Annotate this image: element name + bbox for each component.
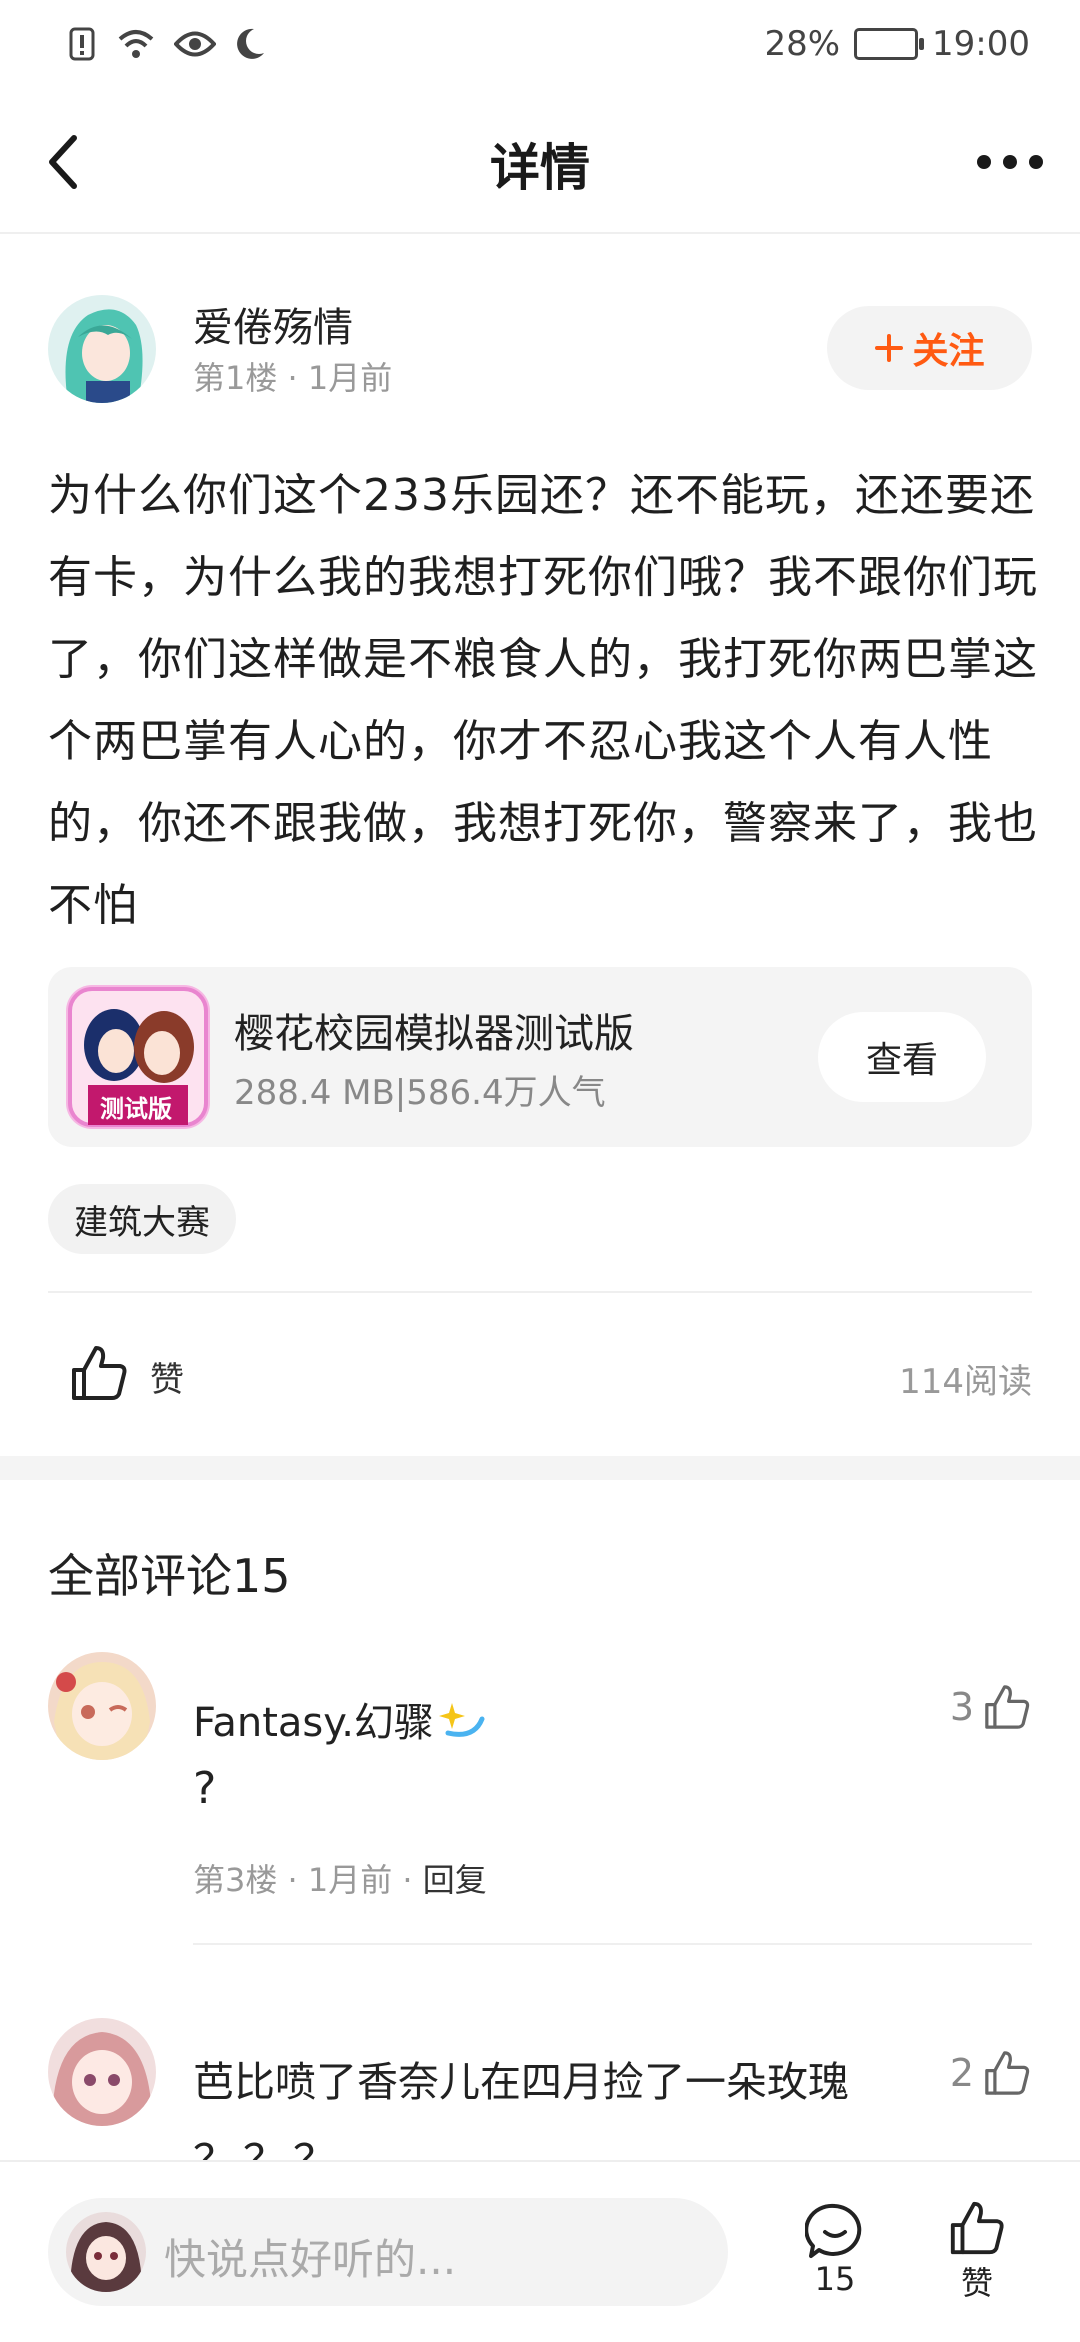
page-title: 详情 bbox=[490, 139, 590, 197]
more-button[interactable] bbox=[970, 132, 1050, 192]
thumbs-up-icon bbox=[985, 1685, 1030, 1729]
thumbs-up-icon bbox=[985, 2051, 1030, 2095]
bottom-bar: 快说点好听的... 15 赞 bbox=[0, 2160, 1080, 2342]
post-floor-time: 第1楼 · 1月前 bbox=[193, 359, 393, 397]
sparkle-emoji-icon bbox=[438, 1703, 485, 1737]
follow-label: 关注 bbox=[912, 331, 985, 372]
thumbs-up-icon bbox=[950, 2201, 1004, 2255]
divider bbox=[48, 1291, 1032, 1293]
app-badge: 测试版 bbox=[100, 1095, 172, 1123]
moon-icon bbox=[237, 28, 264, 59]
app-info: 288.4 MB|586.4万人气 bbox=[234, 1073, 606, 1113]
bottom-like-label: 赞 bbox=[960, 2264, 993, 2302]
top-header: 详情 bbox=[0, 92, 1080, 234]
comments-header: 全部评论15 bbox=[48, 1549, 291, 1603]
author-avatar-image bbox=[48, 295, 156, 403]
section-separator bbox=[0, 1456, 1080, 1480]
thumbs-up-icon bbox=[72, 1346, 127, 1400]
eye-icon bbox=[174, 31, 216, 57]
comment-avatar-image bbox=[48, 2018, 156, 2126]
comment-bubble-icon bbox=[805, 2203, 862, 2258]
status-bar: 28% 19:00 bbox=[0, 0, 1080, 92]
post-body: 为什么你们这个233乐园还？还不能玩，还还要还有卡，为什么我的我想打死你们哦？我… bbox=[48, 470, 1038, 931]
comments-count-button[interactable]: 15 bbox=[800, 2202, 870, 2298]
comment-like-count: 3 bbox=[949, 1685, 974, 1729]
alert-icon bbox=[69, 27, 95, 61]
comment-input[interactable]: 快说点好听的... bbox=[48, 2198, 728, 2306]
comment-author-name: Fantasy.幻骤 bbox=[193, 1700, 434, 1746]
comment-like-button[interactable]: 3 bbox=[950, 1682, 1032, 1732]
read-count: 114阅读 bbox=[899, 1362, 1032, 1402]
comment-author-name[interactable]: 芭比喷了香奈儿在四月捡了一朵玫瑰 bbox=[193, 2048, 849, 2108]
reply-button[interactable]: 回复 bbox=[423, 1861, 487, 1899]
app-card[interactable]: 测试版 樱花校园模拟器测试版 288.4 MB|586.4万人气 查看 bbox=[48, 967, 1032, 1147]
author-avatar[interactable] bbox=[48, 295, 156, 403]
wifi-icon bbox=[118, 30, 154, 58]
comment-avatar[interactable] bbox=[48, 1652, 156, 1760]
plus-icon bbox=[875, 334, 904, 362]
author-name[interactable]: 爱倦殇情 bbox=[193, 295, 353, 353]
follow-button[interactable]: 关注 bbox=[827, 306, 1032, 390]
battery-percent: 28% bbox=[764, 24, 841, 64]
my-avatar-image bbox=[66, 2212, 146, 2292]
comment-floor-time: 第3楼 · 1月前 · bbox=[193, 1861, 423, 1899]
comment-input-placeholder: 快说点好听的... bbox=[164, 2235, 457, 2284]
comment-like-button[interactable]: 2 bbox=[950, 2048, 1032, 2098]
app-name: 樱花校园模拟器测试版 bbox=[234, 1011, 634, 1057]
comment-text: ? bbox=[193, 1763, 217, 1814]
topic-tag[interactable]: 建筑大赛 bbox=[48, 1184, 236, 1254]
comment-divider bbox=[193, 1943, 1032, 1945]
my-avatar bbox=[66, 2212, 146, 2292]
view-app-button[interactable]: 查看 bbox=[818, 1012, 986, 1102]
battery-icon bbox=[854, 28, 925, 60]
post-like-button[interactable] bbox=[68, 1342, 130, 1404]
comments-count: 15 bbox=[814, 2260, 856, 2298]
status-right: 28% 19:00 bbox=[764, 24, 1030, 64]
comment-avatar[interactable] bbox=[48, 2018, 156, 2126]
bottom-like-button[interactable]: 赞 bbox=[942, 2198, 1012, 2304]
post-like-label[interactable]: 赞 bbox=[150, 1352, 184, 1401]
comment-like-count: 2 bbox=[949, 2051, 974, 2095]
status-time: 19:00 bbox=[932, 24, 1030, 64]
app-icon: 测试版 bbox=[66, 985, 210, 1129]
comment-author[interactable]: Fantasy.幻骤 bbox=[193, 1690, 486, 1748]
more-dots-icon bbox=[977, 155, 1043, 169]
comment-avatar-image bbox=[48, 1652, 156, 1760]
status-icons bbox=[68, 26, 266, 62]
comment-meta: 第3楼 · 1月前 · 回复 bbox=[193, 1855, 487, 1901]
